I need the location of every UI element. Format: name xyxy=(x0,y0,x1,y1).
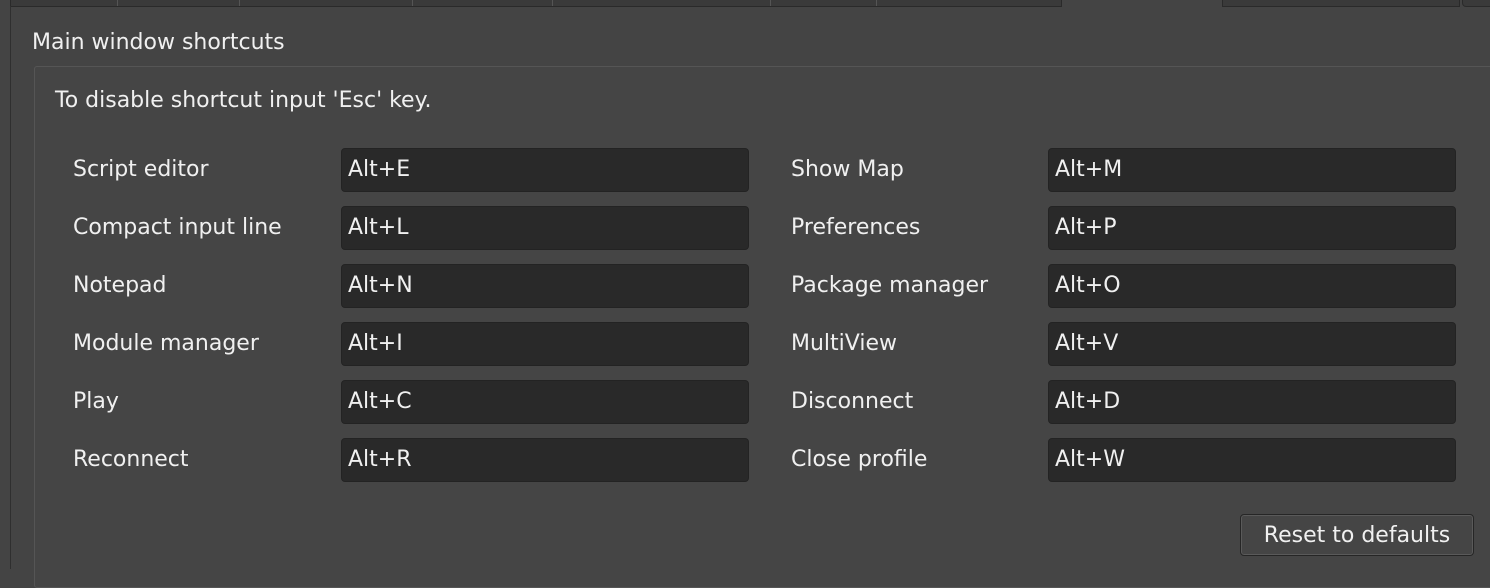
tab-bar xyxy=(10,0,1062,7)
shortcut-input[interactable]: Alt+M xyxy=(1048,148,1456,192)
shortcut-label: Notepad xyxy=(73,273,167,298)
reset-to-defaults-button[interactable]: Reset to defaults xyxy=(1240,514,1474,556)
shortcut-input[interactable]: Alt+O xyxy=(1048,264,1456,308)
scroll-button[interactable] xyxy=(1462,0,1490,7)
tab[interactable] xyxy=(552,0,553,6)
shortcut-label: Show Map xyxy=(791,157,904,182)
shortcut-input[interactable]: Alt+N xyxy=(341,264,749,308)
shortcut-label: Module manager xyxy=(73,331,259,356)
tab[interactable] xyxy=(412,0,413,6)
shortcut-input[interactable]: Alt+W xyxy=(1048,438,1456,482)
shortcut-label: Package manager xyxy=(791,273,989,298)
tab[interactable] xyxy=(876,0,877,6)
hint-text: To disable shortcut input 'Esc' key. xyxy=(55,88,432,113)
shortcut-label: Close profile xyxy=(791,447,928,472)
tab[interactable] xyxy=(239,0,240,6)
shortcut-input[interactable]: Alt+L xyxy=(341,206,749,250)
shortcut-input[interactable]: Alt+I xyxy=(341,322,749,366)
shortcut-input[interactable]: Alt+P xyxy=(1048,206,1456,250)
shortcut-label: Script editor xyxy=(73,157,209,182)
shortcut-input[interactable]: Alt+V xyxy=(1048,322,1456,366)
shortcut-label: Play xyxy=(73,389,119,414)
section-title: Main window shortcuts xyxy=(32,30,285,55)
shortcut-label: Preferences xyxy=(791,215,921,240)
shortcut-input[interactable]: Alt+C xyxy=(341,380,749,424)
shortcut-input[interactable]: Alt+R xyxy=(341,438,749,482)
shortcut-input[interactable]: Alt+E xyxy=(341,148,749,192)
shortcut-label: MultiView xyxy=(791,331,897,356)
shortcut-label: Disconnect xyxy=(791,389,914,414)
shortcut-label: Reconnect xyxy=(73,447,189,472)
tab[interactable] xyxy=(117,0,118,6)
shortcut-input[interactable]: Alt+D xyxy=(1048,380,1456,424)
tab[interactable] xyxy=(770,0,771,6)
pane-border xyxy=(10,6,11,569)
shortcut-label: Compact input line xyxy=(73,215,282,240)
tab-bar-right[interactable] xyxy=(1222,0,1460,7)
